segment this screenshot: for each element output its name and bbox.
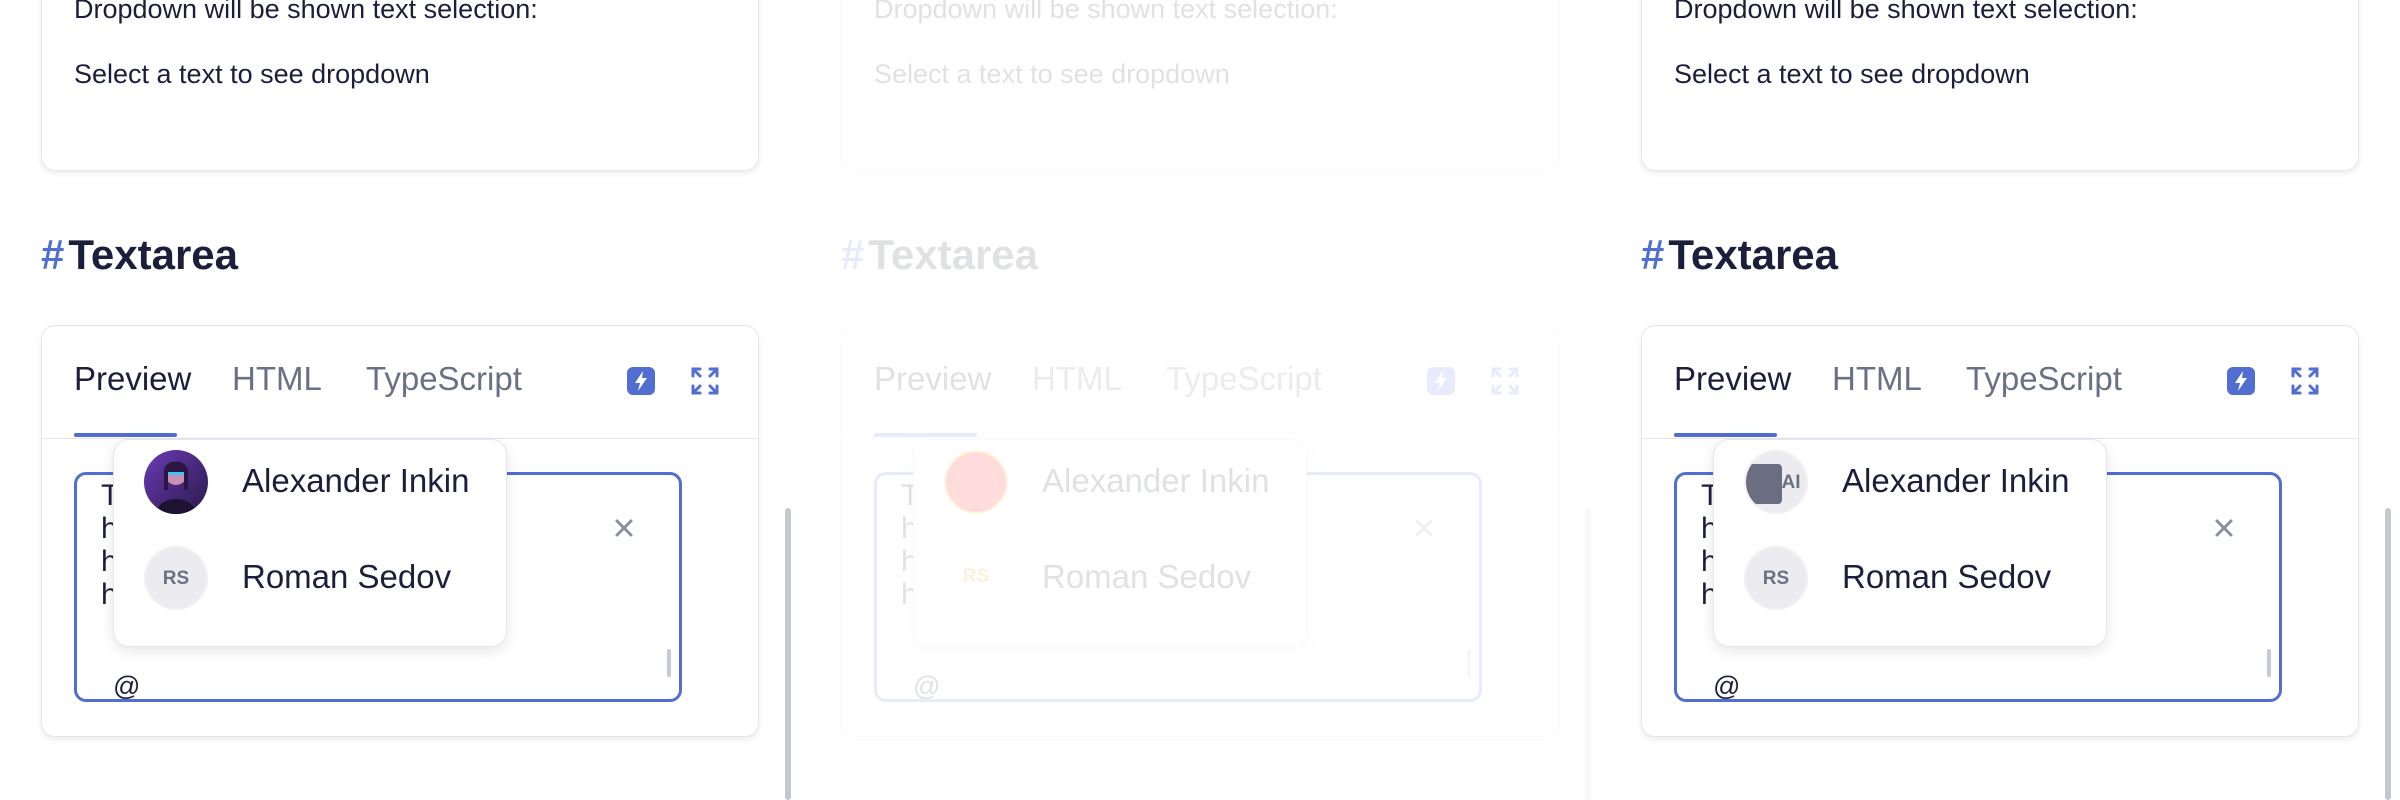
- avatar-initials: RS: [1762, 568, 1790, 589]
- example-tabs: Preview HTML TypeScript: [42, 326, 758, 439]
- mention-option[interactable]: RS Roman Sedov: [114, 540, 506, 630]
- section-title: Textarea: [1668, 231, 1839, 278]
- expand-icon[interactable]: [1490, 366, 1520, 396]
- expand-icon[interactable]: [2290, 366, 2320, 396]
- option-name: Roman Sedov: [1842, 558, 2052, 595]
- example-tabs: Preview HTML TypeScript: [1642, 326, 2358, 439]
- selection-hint-label: Dropdown will be shown text selection:: [874, 0, 1338, 24]
- avatar-initials: AI: [1781, 472, 1801, 493]
- example-tabs: Preview HTML TypeScript: [842, 326, 1558, 439]
- option-name: Alexander Inkin: [1042, 462, 1270, 499]
- tab-html[interactable]: HTML: [232, 360, 322, 398]
- selection-instruction: Select a text to see dropdown: [1674, 59, 2030, 89]
- avatar: RS: [1744, 546, 1808, 610]
- demo-panel-3: Dropdown will be shown text selection: S…: [1600, 0, 2400, 800]
- section-title: Textarea: [68, 231, 239, 278]
- close-icon[interactable]: [1409, 513, 1439, 543]
- active-tab-indicator: [874, 433, 977, 437]
- active-tab-indicator: [74, 433, 177, 437]
- tab-preview[interactable]: Preview: [1674, 360, 1791, 398]
- example-card: Preview HTML TypeScript T h h h @: [41, 325, 759, 737]
- mention-trigger-text: @: [913, 671, 941, 701]
- option-name: Alexander Inkin: [242, 462, 470, 499]
- tab-typescript[interactable]: TypeScript: [366, 360, 522, 398]
- avatar: RS: [144, 546, 208, 610]
- mention-option[interactable]: RS Roman Sedov: [914, 540, 1306, 630]
- anchor-hash[interactable]: #: [1641, 231, 1664, 278]
- text-selection-card: Dropdown will be shown text selection: S…: [841, 0, 1559, 171]
- mention-option[interactable]: Alexander Inkin: [114, 444, 506, 534]
- demo-panel-1: Dropdown will be shown text selection: S…: [0, 0, 800, 800]
- mention-dropdown: Alexander Inkin RS Roman Sedov: [113, 439, 507, 647]
- tab-html[interactable]: HTML: [1032, 360, 1122, 398]
- avatar: AI: [1744, 450, 1808, 514]
- avatar-initials: RS: [962, 566, 990, 587]
- mention-dropdown: AI Alexander Inkin RS Roman Sedov: [1713, 439, 2107, 647]
- option-name: Alexander Inkin: [1842, 462, 2070, 499]
- avatar: RS: [944, 546, 1008, 610]
- section-heading[interactable]: #Textarea: [841, 231, 1038, 279]
- anchor-hash[interactable]: #: [841, 231, 864, 278]
- expand-icon[interactable]: [690, 366, 720, 396]
- option-name: Roman Sedov: [1042, 558, 1252, 595]
- textarea-scrollbar[interactable]: [2267, 649, 2271, 677]
- avatar: [144, 450, 208, 514]
- tab-typescript[interactable]: TypeScript: [1166, 360, 1322, 398]
- section-title: Textarea: [868, 231, 1039, 278]
- selection-instruction: Select a text to see dropdown: [874, 59, 1230, 89]
- page-scrollbar[interactable]: [1585, 508, 1591, 800]
- section-heading[interactable]: #Textarea: [41, 231, 238, 279]
- tab-preview[interactable]: Preview: [874, 360, 991, 398]
- tab-preview[interactable]: Preview: [74, 360, 191, 398]
- mention-trigger-text: @: [113, 671, 141, 701]
- avatar-initials: RS: [162, 568, 190, 589]
- user-photo-avatar: [156, 461, 196, 514]
- textarea-scrollbar[interactable]: [1467, 649, 1471, 677]
- selection-instruction: Select a text to see dropdown: [74, 59, 430, 89]
- demo-panel-2: Dropdown will be shown text selection: S…: [800, 0, 1600, 800]
- anchor-hash[interactable]: #: [41, 231, 64, 278]
- tab-typescript[interactable]: TypeScript: [1966, 360, 2122, 398]
- selection-hint-label: Dropdown will be shown text selection:: [1674, 0, 2138, 24]
- textarea-scrollbar[interactable]: [667, 649, 671, 677]
- mention-option[interactable]: AI Alexander Inkin: [1714, 444, 2106, 534]
- active-tab-indicator: [1674, 433, 1777, 437]
- tab-html[interactable]: HTML: [1832, 360, 1922, 398]
- mention-trigger-text: @: [1713, 671, 1741, 701]
- close-icon[interactable]: [2209, 513, 2239, 543]
- mention-option[interactable]: RS Roman Sedov: [1714, 540, 2106, 630]
- avatar: [944, 450, 1008, 514]
- selection-hint-label: Dropdown will be shown text selection:: [74, 0, 538, 24]
- option-name: Roman Sedov: [242, 558, 452, 595]
- example-card: Preview HTML TypeScript T h h h @: [841, 325, 1559, 737]
- lightning-icon[interactable]: [626, 366, 656, 396]
- text-selection-card: Dropdown will be shown text selection: S…: [41, 0, 759, 171]
- example-card: Preview HTML TypeScript T h h h @: [1641, 325, 2359, 737]
- lightning-icon[interactable]: [1426, 366, 1456, 396]
- close-icon[interactable]: [609, 513, 639, 543]
- text-selection-card: Dropdown will be shown text selection: S…: [1641, 0, 2359, 171]
- mention-dropdown: Alexander Inkin RS Roman Sedov: [913, 439, 1307, 647]
- lightning-icon[interactable]: [2226, 366, 2256, 396]
- mention-option[interactable]: Alexander Inkin: [914, 444, 1306, 534]
- section-heading[interactable]: #Textarea: [1641, 231, 1838, 279]
- page-scrollbar[interactable]: [785, 508, 791, 800]
- page-scrollbar[interactable]: [2385, 508, 2391, 800]
